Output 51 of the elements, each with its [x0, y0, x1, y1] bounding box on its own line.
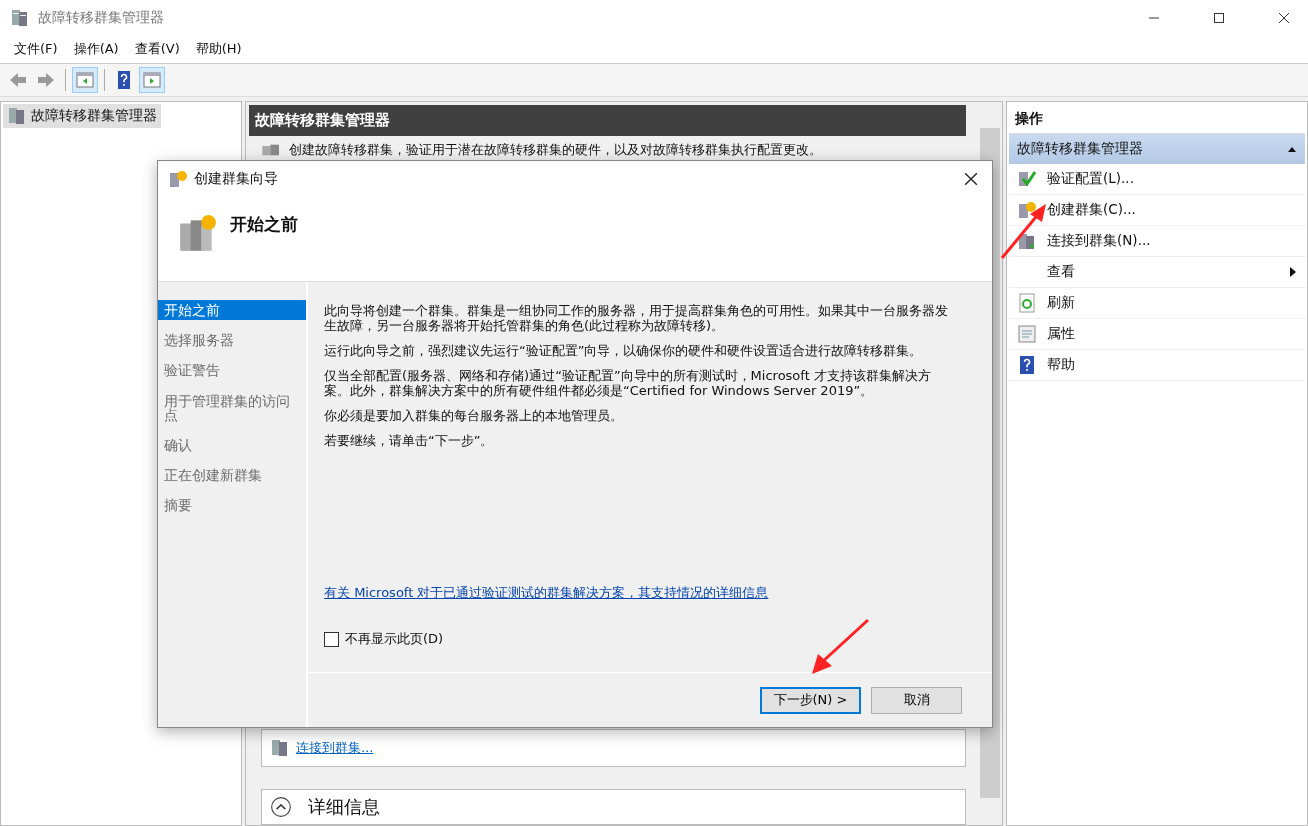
- menu-item[interactable]: 帮助(H): [187, 38, 250, 60]
- wizard-step: 确认: [158, 434, 306, 456]
- action-item[interactable]: 刷新: [1009, 288, 1305, 319]
- actions-group-header[interactable]: 故障转移群集管理器: [1009, 134, 1305, 164]
- wizard-step: 用于管理群集的访问点: [158, 390, 306, 425]
- submenu-arrow-icon: [1289, 266, 1297, 278]
- next-button[interactable]: 下一步(N) >: [760, 686, 861, 714]
- server-icon: [7, 106, 27, 126]
- paragraph: 仅当全部配置(服务器、网络和存储)通过“验证配置”向导中的所有测试时，Microsoft 才支持该群集解决方案。此外，群集解决方案中的所有硬件组件都必须是“Certified for Windows Server 2019”。: [324, 368, 932, 399]
- wizard-step: 选择服务器: [158, 330, 306, 351]
- properties-icon: [1017, 324, 1037, 344]
- pane-toggle-icon[interactable]: [73, 68, 97, 92]
- page-title: 开始之前: [230, 213, 298, 236]
- action-item[interactable]: 验证配置(L)...: [1009, 164, 1305, 195]
- dialog-title: 创建群集向导: [194, 170, 278, 188]
- action-item[interactable]: 连接到群集(N)...: [1009, 226, 1305, 257]
- server-star-icon: [1017, 200, 1037, 220]
- menu-item[interactable]: 操作(A): [65, 38, 127, 60]
- panel-header: 故障转移群集管理器: [249, 105, 966, 136]
- wizard-step: 开始之前: [158, 300, 306, 321]
- paragraph: 此向导将创建一个群集。群集是一组协同工作的服务器，用于提高群集角色的可用性。如果其中一台服务器发生故障，另一台服务器将开始托管群集的角色(此过程称为故障转移)。: [324, 304, 949, 334]
- help-icon: [1017, 355, 1037, 375]
- checkbox-label[interactable]: 不再显示此页(D): [345, 630, 444, 648]
- server-icon: [10, 7, 30, 28]
- wizard-step: 正在创建新群集: [158, 465, 306, 486]
- action-item[interactable]: 查看: [1009, 257, 1305, 288]
- paragraph: 运行此向导之前，强烈建议先运行“验证配置”向导，以确保你的硬件和硬件设置适合进行故障转移群集。: [324, 343, 924, 359]
- description-text: 创建故障转移群集，验证用于潜在故障转移群集的硬件，以及对故障转移群集执行配置更改。: [289, 141, 822, 159]
- collapse-icon[interactable]: [270, 796, 292, 818]
- section-title: 详细信息: [308, 795, 380, 819]
- action-item[interactable]: 帮助: [1009, 350, 1305, 381]
- menu-item[interactable]: 查看(V): [126, 38, 188, 60]
- action-item[interactable]: 属性: [1009, 319, 1305, 350]
- menu-item[interactable]: 文件(F): [6, 38, 66, 60]
- server-icon: [270, 738, 290, 758]
- pane-toggle-icon[interactable]: [140, 68, 164, 92]
- wizard-step: 摘要: [158, 495, 306, 516]
- checkbox[interactable]: [324, 631, 339, 647]
- connect-link[interactable]: 连接到群集...: [296, 739, 374, 757]
- refresh-icon: [1017, 293, 1037, 313]
- cancel-button[interactable]: 取消: [871, 686, 962, 714]
- wizard-step: 验证警告: [158, 360, 306, 381]
- server-icon: [1017, 231, 1037, 251]
- server-star-icon: [168, 169, 188, 189]
- checkmark-server-icon: [1017, 169, 1037, 189]
- close-icon[interactable]: [964, 172, 978, 186]
- info-link[interactable]: 有关 Microsoft 对于已通过验证测试的群集解决方案，其支持情况的详细信息: [324, 584, 956, 602]
- tree-item[interactable]: 故障转移群集管理器: [3, 104, 161, 128]
- window-title: 故障转移群集管理器: [38, 8, 164, 27]
- paragraph: 你必须是要加入群集的每台服务器上的本地管理员。: [324, 408, 624, 424]
- paragraph: 若要继续，请单击“下一步”。: [324, 433, 495, 449]
